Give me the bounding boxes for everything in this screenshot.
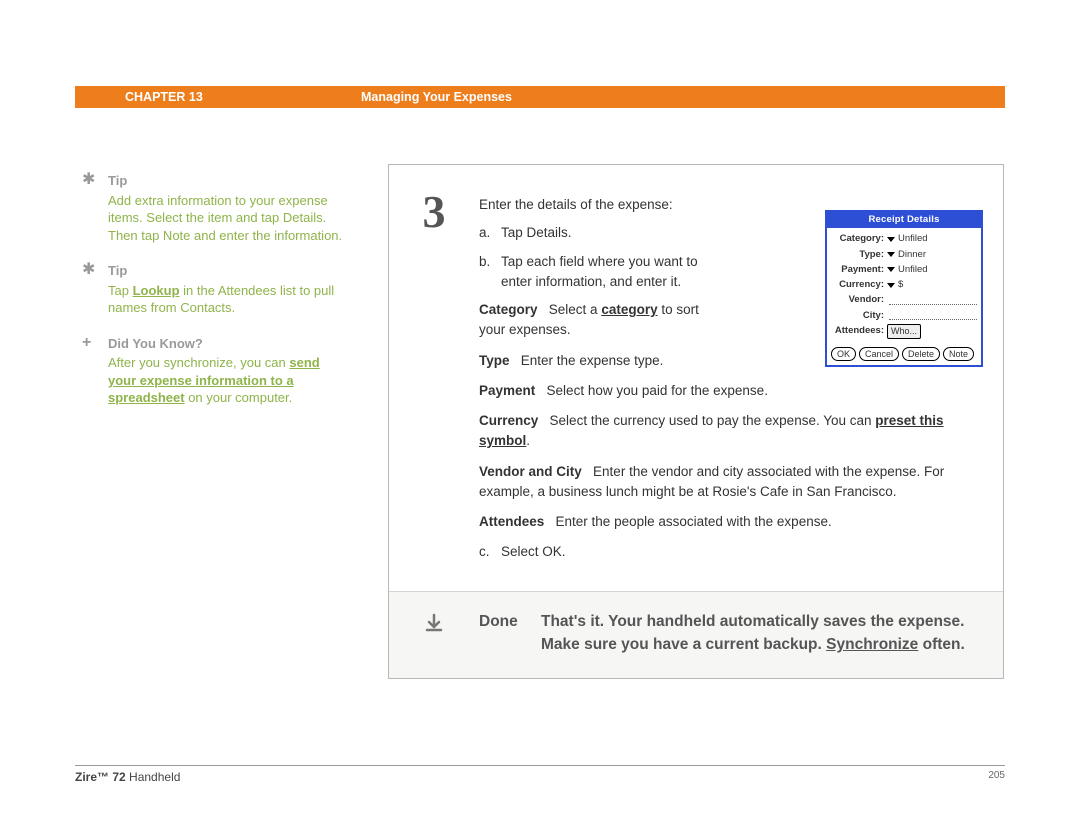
chapter-label: CHAPTER 13 bbox=[125, 90, 203, 104]
synchronize-link[interactable]: Synchronize bbox=[826, 636, 918, 653]
step-number-column: 3 bbox=[389, 165, 479, 591]
category-link[interactable]: category bbox=[601, 302, 657, 317]
field-value: Unfiled bbox=[898, 232, 928, 246]
sidebar: ✱ Tip Add extra information to your expe… bbox=[108, 172, 348, 425]
dyk-text: After you synchronize, you can bbox=[108, 355, 289, 370]
tip-text: Tap bbox=[108, 283, 133, 298]
field-text: Enter the expense type. bbox=[521, 353, 664, 368]
chapter-header: CHAPTER 13 Managing Your Expenses bbox=[75, 86, 1005, 108]
done-row: Done That's it. Your handheld automatica… bbox=[389, 591, 1003, 679]
note-button[interactable]: Note bbox=[943, 347, 974, 361]
field-name: Currency bbox=[479, 413, 538, 428]
field-row-attendees: Attendees:Who... bbox=[831, 324, 977, 340]
tip-1: ✱ Tip Add extra information to your expe… bbox=[108, 172, 348, 244]
field-label: Type: bbox=[831, 248, 887, 262]
ok-button[interactable]: OK bbox=[831, 347, 856, 361]
field-value: Unfiled bbox=[898, 263, 928, 277]
dialog-buttons: OK Cancel Delete Note bbox=[827, 344, 981, 365]
page-number: 205 bbox=[988, 770, 1005, 784]
field-currency: Currency Select the currency used to pay… bbox=[479, 411, 983, 452]
substep-a: a. Tap Details. bbox=[479, 223, 721, 243]
field-label: Vendor: bbox=[831, 293, 887, 307]
dialog-titlebar: Receipt Details bbox=[827, 212, 981, 228]
tip-label: Tip bbox=[108, 172, 348, 190]
field-label: Payment: bbox=[831, 263, 887, 277]
field-row-type[interactable]: Type: Dinner bbox=[831, 248, 977, 262]
field-label: Currency: bbox=[831, 278, 887, 292]
field-label: Attendees: bbox=[831, 324, 887, 338]
field-text: Select how you paid for the expense. bbox=[547, 383, 768, 398]
list-marker: a. bbox=[479, 223, 501, 243]
field-name: Vendor and City bbox=[479, 464, 582, 479]
field-payment: Payment Select how you paid for the expe… bbox=[479, 381, 983, 401]
substep-text: Select OK. bbox=[501, 542, 983, 562]
chevron-down-icon bbox=[887, 237, 895, 242]
dyk-text: on your computer. bbox=[185, 390, 293, 405]
list-marker: b. bbox=[479, 252, 501, 293]
tip-2: ✱ Tip Tap Lookup in the Attendees list t… bbox=[108, 262, 348, 317]
field-row-vendor[interactable]: Vendor: bbox=[831, 293, 977, 307]
tip-body: Add extra information to your expense it… bbox=[108, 192, 348, 245]
step-body: Enter the details of the expense: a. Tap… bbox=[479, 165, 1003, 591]
field-row-city[interactable]: City: bbox=[831, 309, 977, 323]
field-name: Category bbox=[479, 302, 538, 317]
field-category: Category Select a category to sort your … bbox=[479, 300, 721, 341]
done-arrow-icon bbox=[389, 610, 479, 657]
input-line bbox=[889, 296, 977, 305]
field-name: Type bbox=[479, 353, 510, 368]
field-value: Dinner bbox=[898, 248, 926, 262]
substep-b: b. Tap each field where you want to ente… bbox=[479, 252, 721, 293]
chapter-title: Managing Your Expenses bbox=[361, 90, 512, 104]
field-text: Enter the people associated with the exp… bbox=[556, 514, 832, 529]
field-name: Attendees bbox=[479, 514, 544, 529]
product-bold: Zire™ 72 bbox=[75, 770, 126, 784]
field-label: City: bbox=[831, 309, 887, 323]
delete-button[interactable]: Delete bbox=[902, 347, 940, 361]
substep-text: Tap each field where you want to enter i… bbox=[501, 252, 721, 293]
plus-icon: + bbox=[82, 335, 91, 351]
field-text: Select the currency used to pay the expe… bbox=[550, 413, 876, 428]
field-text: Select a bbox=[549, 302, 602, 317]
input-line bbox=[889, 311, 977, 320]
field-type: Type Enter the expense type. bbox=[479, 351, 721, 371]
page-footer: Zire™ 72 Handheld 205 bbox=[75, 765, 1005, 784]
field-vendor-city: Vendor and City Enter the vendor and cit… bbox=[479, 462, 983, 503]
product-rest: Handheld bbox=[126, 770, 181, 784]
field-row-payment[interactable]: Payment: Unfiled bbox=[831, 263, 977, 277]
receipt-details-dialog: Receipt Details Category: Unfiled Type: Di… bbox=[825, 210, 983, 367]
step-intro: Enter the details of the expense: bbox=[479, 195, 721, 215]
step-number: 3 bbox=[389, 185, 479, 238]
tip-label: Tip bbox=[108, 262, 348, 280]
field-label: Category: bbox=[831, 232, 887, 246]
dyk-label: Did You Know? bbox=[108, 335, 348, 353]
cancel-button[interactable]: Cancel bbox=[859, 347, 899, 361]
product-name: Zire™ 72 Handheld bbox=[75, 770, 180, 784]
main-content-box: 3 Enter the details of the expense: a. T… bbox=[388, 164, 1004, 679]
field-row-category[interactable]: Category: Unfiled bbox=[831, 232, 977, 246]
list-marker: c. bbox=[479, 542, 501, 562]
did-you-know: + Did You Know? After you synchronize, y… bbox=[108, 335, 348, 407]
tip-body: Tap Lookup in the Attendees list to pull… bbox=[108, 282, 348, 317]
who-button[interactable]: Who... bbox=[887, 324, 921, 340]
field-name: Payment bbox=[479, 383, 535, 398]
asterisk-icon: ✱ bbox=[82, 262, 95, 278]
done-text: That's it. Your handheld automatically s… bbox=[541, 610, 983, 657]
chevron-down-icon bbox=[887, 252, 895, 257]
chevron-down-icon bbox=[887, 267, 895, 272]
asterisk-icon: ✱ bbox=[82, 172, 95, 188]
field-value: $ bbox=[898, 278, 903, 292]
chevron-down-icon bbox=[887, 283, 895, 288]
done-text-post: often. bbox=[918, 636, 965, 653]
done-label: Done bbox=[479, 610, 541, 657]
step-3: 3 Enter the details of the expense: a. T… bbox=[389, 165, 1003, 591]
substep-c: c. Select OK. bbox=[479, 542, 983, 562]
field-attendees: Attendees Enter the people associated wi… bbox=[479, 512, 983, 532]
field-text: . bbox=[526, 433, 530, 448]
field-row-currency[interactable]: Currency: $ bbox=[831, 278, 977, 292]
dyk-body: After you synchronize, you can send your… bbox=[108, 354, 348, 407]
substep-text: Tap Details. bbox=[501, 223, 721, 243]
lookup-link[interactable]: Lookup bbox=[133, 283, 180, 298]
